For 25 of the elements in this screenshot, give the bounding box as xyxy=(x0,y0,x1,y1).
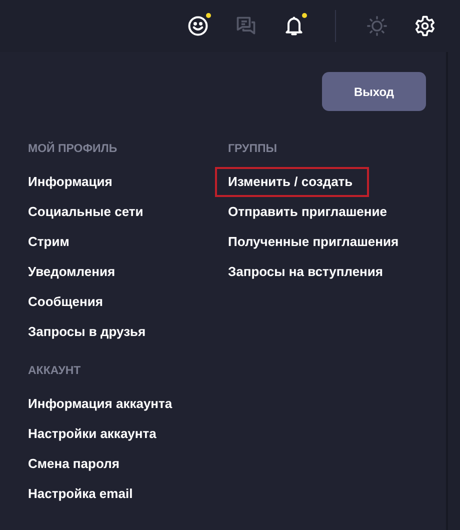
menu-link[interactable]: Настройка email xyxy=(28,479,133,509)
menu-link[interactable]: Информация аккаунта xyxy=(28,389,172,419)
menu-link[interactable]: Смена пароля xyxy=(28,449,120,479)
section-heading: АККАУНТ xyxy=(28,365,81,379)
menu-link[interactable]: Полученные приглашения xyxy=(228,227,399,257)
section-heading: МОЙ ПРОФИЛЬ xyxy=(28,143,118,157)
chat-icon xyxy=(235,15,257,37)
menu-link[interactable]: Изменить / создать xyxy=(215,167,369,197)
notification-dot xyxy=(206,13,211,18)
settings-icon xyxy=(414,15,436,37)
menu-link[interactable]: Сообщения xyxy=(28,287,103,317)
menu-link[interactable]: Запросы в друзья xyxy=(28,317,146,347)
menu-link[interactable]: Отправить приглашение xyxy=(228,197,387,227)
menu-link[interactable]: Настройки аккаунта xyxy=(28,419,156,449)
menu-link[interactable]: Информация xyxy=(28,167,112,197)
sun-icon xyxy=(366,15,388,37)
menu-link[interactable]: Уведомления xyxy=(28,257,116,287)
logout-button[interactable]: Выход xyxy=(322,72,426,111)
menu-link[interactable]: Стрим xyxy=(28,227,70,257)
section-heading: ГРУППЫ xyxy=(228,143,277,157)
menu-link[interactable]: Запросы на вступления xyxy=(228,257,383,287)
menu-link[interactable]: Социальные сети xyxy=(28,197,144,227)
bell-icon xyxy=(283,15,305,37)
notification-dot xyxy=(302,13,307,18)
smiley-icon xyxy=(187,15,209,37)
